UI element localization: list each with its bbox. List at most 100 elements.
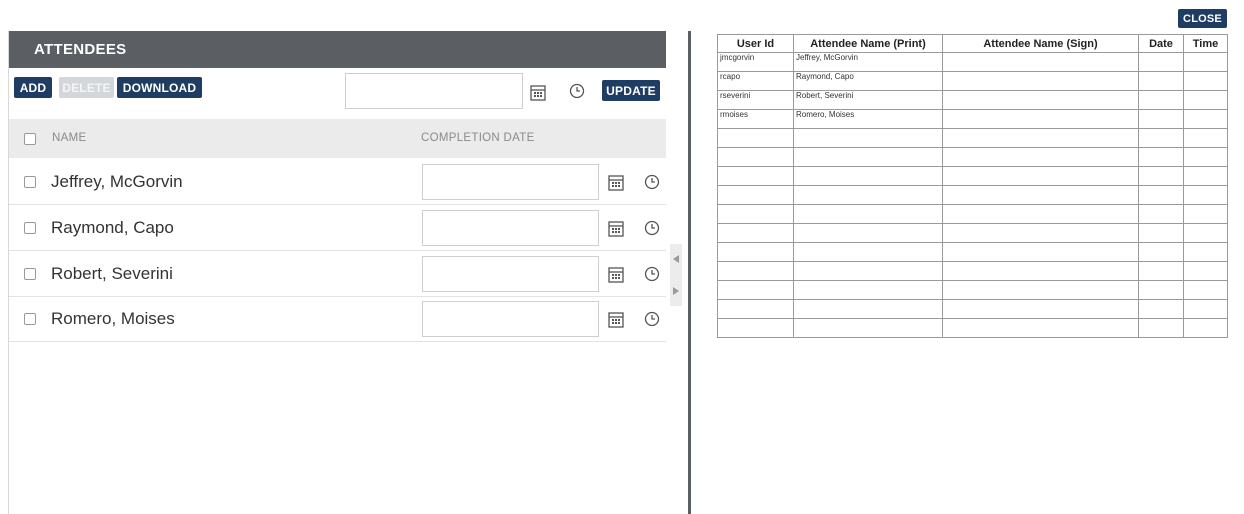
calendar-icon[interactable] — [607, 219, 625, 237]
date-cell — [1138, 299, 1184, 319]
sheet-row — [717, 242, 1228, 262]
user-id-cell — [717, 299, 794, 319]
user-id-cell — [717, 204, 794, 224]
user-id-cell — [717, 128, 794, 148]
attendee-sign-cell — [942, 109, 1139, 129]
row-checkbox[interactable] — [24, 268, 36, 280]
date-cell — [1138, 223, 1184, 243]
row-checkbox[interactable] — [24, 313, 36, 325]
clock-icon[interactable] — [643, 173, 661, 191]
download-button[interactable]: DOWNLOAD — [117, 77, 202, 98]
completion-date-input[interactable] — [422, 164, 599, 200]
attendee-print-cell: Jeffrey, McGorvin — [793, 52, 943, 72]
completion-date-input[interactable] — [422, 210, 599, 246]
attendee-row: Jeffrey, McGorvin — [9, 159, 666, 205]
attendee-print-cell — [793, 318, 943, 338]
attendees-table-header: NAME COMPLETION DATE — [9, 119, 666, 158]
sheet-row: rseverini Robert, Severini — [717, 90, 1228, 110]
attendee-sign-cell — [942, 223, 1139, 243]
attendee-name: Romero, Moises — [51, 309, 175, 328]
attendee-print-cell — [793, 128, 943, 148]
time-cell — [1183, 71, 1228, 91]
calendar-icon[interactable] — [607, 310, 625, 328]
sheet-header-row: User Id Attendee Name (Print) Attendee N… — [717, 34, 1228, 53]
update-button[interactable]: UPDATE — [602, 80, 660, 101]
sheet-row — [717, 204, 1228, 224]
date-cell — [1138, 128, 1184, 148]
calendar-icon[interactable] — [607, 173, 625, 191]
attendee-print-cell: Romero, Moises — [793, 109, 943, 129]
attendee-sign-cell — [942, 261, 1139, 281]
user-id-cell — [717, 223, 794, 243]
clock-icon[interactable] — [643, 219, 661, 237]
user-id-cell — [717, 318, 794, 338]
date-header: Date — [1138, 34, 1184, 53]
attendee-sign-header: Attendee Name (Sign) — [942, 34, 1139, 53]
panel-title: ATTENDEES — [34, 41, 127, 58]
sheet-row — [717, 223, 1228, 243]
time-cell — [1183, 185, 1228, 205]
date-cell — [1138, 52, 1184, 72]
delete-button[interactable]: DELETE — [59, 77, 114, 98]
attendee-sign-cell — [942, 318, 1139, 338]
chevron-right-icon[interactable] — [672, 286, 680, 296]
date-cell — [1138, 280, 1184, 300]
time-cell — [1183, 318, 1228, 338]
sheet-row — [717, 261, 1228, 281]
name-column-header: NAME — [52, 132, 87, 144]
sheet-row — [717, 318, 1228, 338]
user-id-cell: rseverini — [717, 90, 794, 110]
attendees-header: ATTENDEES — [9, 31, 666, 68]
attendee-print-cell — [793, 223, 943, 243]
time-cell — [1183, 299, 1228, 319]
attendee-sign-cell — [942, 299, 1139, 319]
calendar-icon[interactable] — [529, 83, 547, 101]
select-all-checkbox[interactable] — [24, 133, 36, 145]
user-id-header: User Id — [717, 34, 794, 53]
clock-icon[interactable] — [568, 82, 586, 100]
attendee-name: Jeffrey, McGorvin — [51, 172, 183, 191]
user-id-cell: rmoises — [717, 109, 794, 129]
chevron-left-icon[interactable] — [672, 254, 680, 264]
sheet-row — [717, 147, 1228, 167]
time-cell — [1183, 223, 1228, 243]
attendee-print-cell — [793, 242, 943, 262]
user-id-cell: rcapo — [717, 71, 794, 91]
sheet-row — [717, 185, 1228, 205]
user-id-cell — [717, 166, 794, 186]
sheet-row — [717, 128, 1228, 148]
panel-divider — [688, 31, 691, 514]
date-cell — [1138, 318, 1184, 338]
close-button[interactable]: CLOSE — [1178, 9, 1227, 28]
attendee-name: Robert, Severini — [51, 264, 173, 283]
completion-date-input[interactable] — [422, 256, 599, 292]
attendee-row: Robert, Severini — [9, 251, 666, 297]
attendee-sign-cell — [942, 128, 1139, 148]
attendee-print-cell: Raymond, Capo — [793, 71, 943, 91]
attendee-print-cell — [793, 185, 943, 205]
attendee-sign-cell — [942, 71, 1139, 91]
attendee-print-cell — [793, 166, 943, 186]
add-button[interactable]: ADD — [14, 77, 52, 98]
panel-splitter[interactable] — [670, 244, 682, 306]
attendee-name: Raymond, Capo — [51, 218, 174, 237]
sheet-row: jmcgorvin Jeffrey, McGorvin — [717, 52, 1228, 72]
date-cell — [1138, 204, 1184, 224]
time-cell — [1183, 242, 1228, 262]
calendar-icon[interactable] — [607, 265, 625, 283]
bulk-completion-date-input[interactable] — [345, 73, 523, 109]
clock-icon[interactable] — [643, 310, 661, 328]
row-checkbox[interactable] — [24, 176, 36, 188]
completion-date-input[interactable] — [422, 301, 599, 337]
date-cell — [1138, 166, 1184, 186]
attendee-print-header: Attendee Name (Print) — [793, 34, 943, 53]
clock-icon[interactable] — [643, 265, 661, 283]
row-checkbox[interactable] — [24, 222, 36, 234]
attendee-sign-cell — [942, 147, 1139, 167]
sheet-row: rcapo Raymond, Capo — [717, 71, 1228, 91]
time-cell — [1183, 147, 1228, 167]
attendee-print-cell — [793, 280, 943, 300]
attendees-panel: ATTENDEES ADD DELETE DOWNLOAD UPDATE NAM… — [8, 31, 666, 514]
user-id-cell — [717, 147, 794, 167]
date-cell — [1138, 71, 1184, 91]
